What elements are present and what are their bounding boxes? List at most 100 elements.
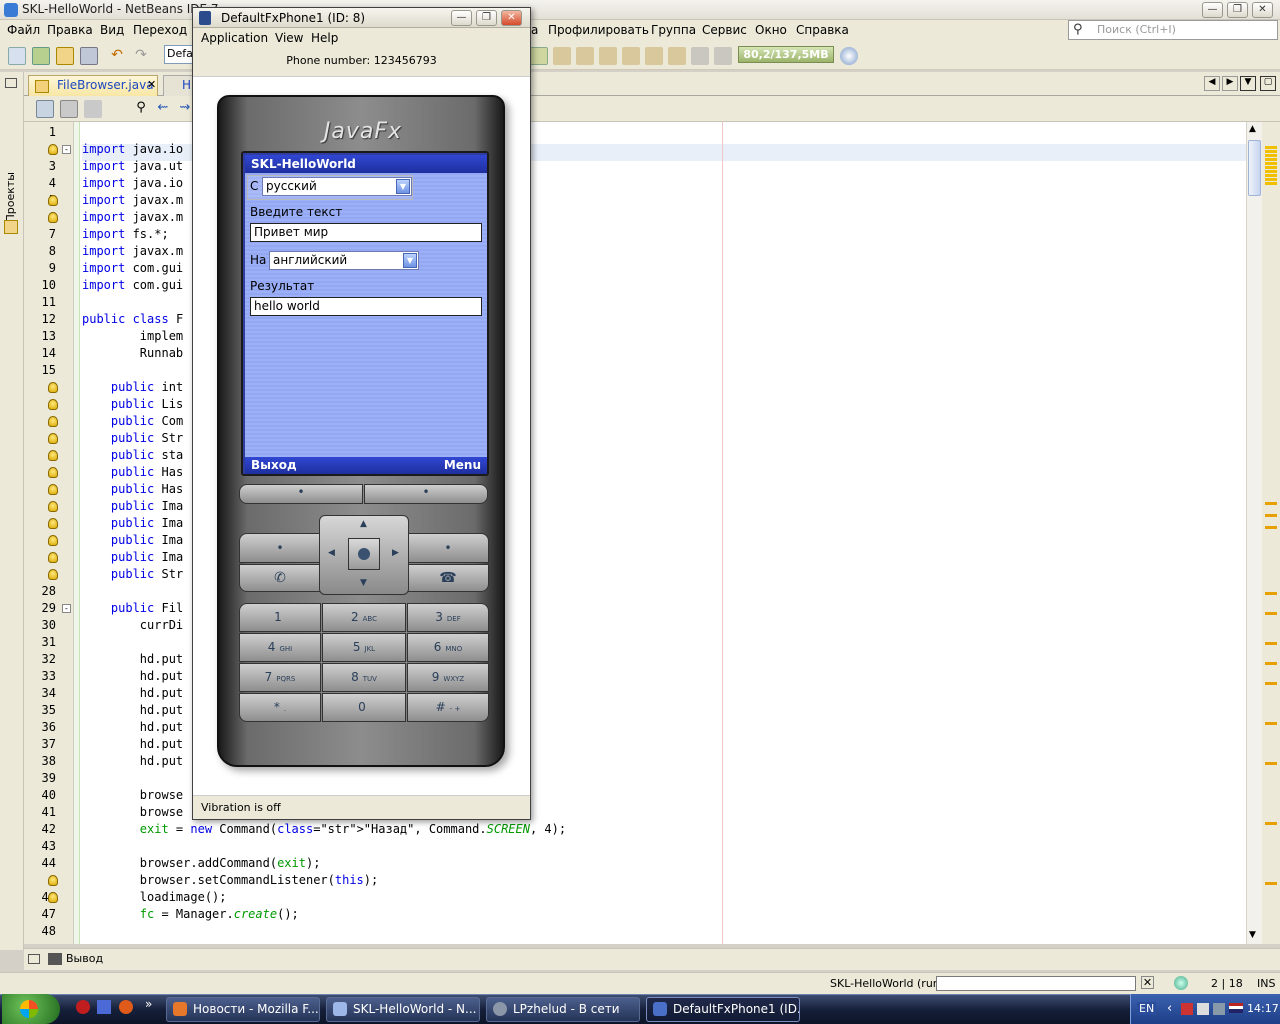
fold-toggle-icon[interactable]: - xyxy=(62,604,71,613)
maximize-button[interactable]: ❐ xyxy=(1227,2,1248,18)
debug-icon[interactable] xyxy=(599,47,617,65)
warning-stripe-mark[interactable] xyxy=(1265,722,1277,725)
restore-output-icon[interactable] xyxy=(28,954,40,964)
notification-icon[interactable] xyxy=(1174,976,1188,990)
warning-bulb-icon[interactable] xyxy=(48,501,58,512)
gc-icon[interactable] xyxy=(714,47,732,65)
search-input[interactable]: ⚲ Поиск (Ctrl+I) xyxy=(1068,20,1278,40)
redo-icon[interactable]: ↷ xyxy=(132,47,150,65)
keypad-key-5[interactable]: 5 JKL xyxy=(322,633,406,662)
tray-expand-icon[interactable]: ‹ xyxy=(1167,1001,1172,1016)
profile-icon[interactable] xyxy=(622,47,640,65)
tab-list-icon[interactable]: ▼ xyxy=(1240,76,1256,91)
taskbar-netbeans[interactable]: SKL-HelloWorld - N... xyxy=(326,997,480,1022)
warning-stripe-mark[interactable] xyxy=(1265,154,1277,157)
warning-stripe-mark[interactable] xyxy=(1265,882,1277,885)
menu-team[interactable]: Группа xyxy=(651,23,696,37)
output-panel-tab[interactable]: Вывод xyxy=(24,948,1280,970)
scroll-left-icon[interactable]: ◀ xyxy=(1204,76,1220,91)
input-text-field[interactable]: Привет мир xyxy=(250,223,482,242)
scrollbar-thumb[interactable] xyxy=(1248,140,1261,196)
warning-bulb-icon[interactable] xyxy=(48,399,58,410)
show-more-icon[interactable]: » xyxy=(145,997,152,1011)
warning-stripe-mark[interactable] xyxy=(1265,526,1277,529)
language-indicator[interactable]: EN xyxy=(1137,1002,1157,1015)
opera-icon[interactable] xyxy=(76,1000,90,1014)
warning-stripe-mark[interactable] xyxy=(1265,592,1277,595)
flag-icon[interactable] xyxy=(1229,1003,1243,1013)
warning-bulb-icon[interactable] xyxy=(48,875,58,886)
nav-up-icon[interactable]: ▲ xyxy=(360,519,367,529)
build-icon[interactable] xyxy=(530,47,548,65)
soft-key-left-label[interactable]: Выход xyxy=(251,458,297,472)
tray-app-icon[interactable] xyxy=(1181,1003,1193,1015)
keypad-key-1[interactable]: 1 xyxy=(239,603,321,632)
warning-bulb-icon[interactable] xyxy=(48,467,58,478)
warning-bulb-icon[interactable] xyxy=(48,450,58,461)
maximize-editor-icon[interactable]: ▢ xyxy=(1260,76,1276,91)
result-text-field[interactable]: hello world xyxy=(250,297,482,316)
warning-bulb-icon[interactable] xyxy=(48,433,58,444)
from-language-select[interactable]: русский ▼ xyxy=(262,177,412,196)
nav-down-icon[interactable]: ▼ xyxy=(360,578,367,588)
menu-help[interactable]: Help xyxy=(311,31,338,45)
end-call-key[interactable]: ☎ xyxy=(407,564,489,592)
nav-right-icon[interactable]: ▶ xyxy=(392,548,399,558)
keypad-key-4[interactable]: 4 GHI xyxy=(239,633,321,662)
warning-stripe-mark[interactable] xyxy=(1265,514,1277,517)
network-icon[interactable] xyxy=(1197,1003,1209,1015)
menu-application[interactable]: Application xyxy=(201,31,268,45)
keypad-key-0[interactable]: 0 xyxy=(322,693,406,722)
close-button[interactable]: ✕ xyxy=(1252,2,1273,18)
gc-button-icon[interactable] xyxy=(840,47,858,65)
warning-bulb-icon[interactable] xyxy=(48,569,58,580)
clean-build-icon[interactable] xyxy=(553,47,571,65)
restore-panel-icon[interactable] xyxy=(5,78,17,88)
projects-tab[interactable]: Проекты xyxy=(4,172,17,223)
menu-view[interactable]: Вид xyxy=(100,23,124,37)
warning-stripe-mark[interactable] xyxy=(1265,174,1277,177)
files-icon[interactable] xyxy=(4,220,18,234)
soft-key-right-label[interactable]: Menu xyxy=(444,458,481,472)
run-icon[interactable] xyxy=(576,47,594,65)
keypad-key-star[interactable]: *. xyxy=(239,693,321,722)
keypad-key-hash[interactable]: # - + xyxy=(407,693,489,722)
find-previous-icon[interactable]: ⇜ xyxy=(154,100,172,118)
scroll-down-icon[interactable]: ▼ xyxy=(1249,930,1256,940)
cancel-task-icon[interactable]: ✕ xyxy=(1141,976,1154,989)
keypad-key-6[interactable]: 6 MNO xyxy=(407,633,489,662)
volume-icon[interactable] xyxy=(1213,1003,1225,1015)
menu-tools[interactable]: Сервис xyxy=(702,23,747,37)
open-project-icon[interactable] xyxy=(56,47,74,65)
menu-view[interactable]: View xyxy=(275,31,303,45)
warning-stripe-mark[interactable] xyxy=(1265,150,1277,153)
warning-bulb-icon[interactable] xyxy=(48,484,58,495)
warning-stripe-mark[interactable] xyxy=(1265,682,1277,685)
warning-bulb-icon[interactable] xyxy=(48,535,58,546)
undo-icon[interactable]: ↶ xyxy=(108,47,126,65)
tab-filebrowser[interactable]: FileBrowser.java ✕ xyxy=(28,75,158,96)
warning-bulb-icon[interactable] xyxy=(48,195,58,206)
new-file-icon[interactable] xyxy=(8,47,26,65)
keypad-key-8[interactable]: 8 TUV xyxy=(322,663,406,692)
save-all-icon[interactable] xyxy=(80,47,98,65)
warning-stripe-mark[interactable] xyxy=(1265,502,1277,505)
menu-help[interactable]: Справка xyxy=(796,23,849,37)
back-icon[interactable] xyxy=(84,100,102,118)
menu-navigate[interactable]: Переход xyxy=(133,23,187,37)
warning-stripe-mark[interactable] xyxy=(1265,170,1277,173)
new-project-icon[interactable] xyxy=(32,47,50,65)
warning-bulb-icon[interactable] xyxy=(48,416,58,427)
warning-bulb-icon[interactable] xyxy=(48,518,58,529)
apply-changes-icon[interactable] xyxy=(645,47,663,65)
warning-stripe-mark[interactable] xyxy=(1265,822,1277,825)
emulator-maximize-button[interactable]: ❐ xyxy=(476,10,497,26)
tree-icon[interactable] xyxy=(691,47,709,65)
menu-profile[interactable]: Профилировать xyxy=(548,23,649,37)
attach-icon[interactable] xyxy=(668,47,686,65)
nav-left-icon[interactable]: ◀ xyxy=(328,548,335,558)
keypad-key-7[interactable]: 7 PQRS xyxy=(239,663,321,692)
memory-indicator[interactable]: 80,2/137,5MB xyxy=(738,46,834,63)
tab-second[interactable]: H xyxy=(163,75,193,96)
nav-center-button[interactable] xyxy=(348,538,380,570)
